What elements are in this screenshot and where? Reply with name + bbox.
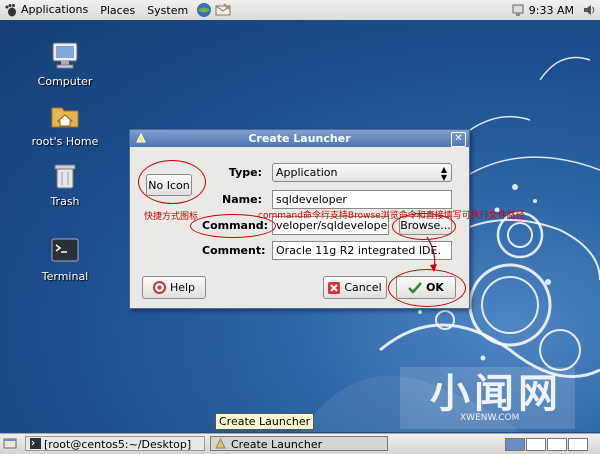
desktop-icon-label: Trash: [50, 195, 80, 208]
places-menu[interactable]: Places: [94, 4, 141, 17]
launcher-task-icon: [215, 437, 226, 449]
desktop-icon-label: root's Home: [31, 135, 99, 148]
workspace-4[interactable]: [568, 438, 588, 451]
annotation-arrow-icon: [426, 236, 437, 272]
tooltip: Create Launcher: [215, 413, 315, 430]
workspace-2[interactable]: [526, 438, 546, 451]
dialog-title: Create Launcher: [248, 132, 351, 145]
name-input[interactable]: sqldeveloper: [272, 190, 452, 209]
help-icon: [152, 281, 166, 294]
cancel-button[interactable]: Cancel: [323, 276, 387, 299]
launcher-task-label: Create Launcher: [231, 438, 323, 451]
cancel-icon: [328, 281, 341, 294]
terminal-icon: [51, 238, 79, 262]
email-launcher-icon[interactable]: [215, 2, 231, 18]
cancel-label: Cancel: [344, 281, 382, 294]
browser-launcher-icon[interactable]: [196, 2, 212, 18]
create-launcher-dialog: Create Launcher ✕ No Icon Type: Applicat…: [129, 129, 525, 309]
desktop-icon-terminal[interactable]: Terminal: [25, 235, 105, 283]
gnome-foot-icon: [5, 4, 16, 17]
workspace-1[interactable]: [505, 438, 525, 451]
show-desktop-icon[interactable]: [3, 437, 17, 451]
applications-menu[interactable]: Applications: [0, 3, 94, 17]
select-arrows-icon: ▲ ▼: [440, 165, 447, 182]
type-select[interactable]: Application ▲ ▼: [272, 163, 452, 182]
desktop-icon-computer[interactable]: Computer: [25, 40, 105, 88]
annotation-ellipse-icon: [138, 160, 206, 204]
network-icon[interactable]: [511, 3, 525, 17]
trash-icon: [54, 164, 76, 189]
home-folder-icon: [51, 107, 79, 128]
desktop-icon-label: Computer: [37, 75, 93, 88]
desktop-icon-trash[interactable]: Trash: [25, 160, 105, 208]
close-icon[interactable]: ✕: [451, 132, 466, 147]
comment-label: Comment:: [202, 244, 266, 257]
desktop-icon-home[interactable]: root's Home: [25, 100, 105, 148]
computer-icon: [52, 42, 78, 69]
taskbar-terminal[interactable]: [root@centos5:~/Desktop]: [25, 436, 205, 451]
watermark-subtext: XWENW.COM: [460, 413, 520, 423]
watermark-text: 小闻网: [430, 371, 562, 417]
taskbar-create-launcher[interactable]: Create Launcher: [210, 436, 388, 451]
desktop-icon-label: Terminal: [41, 270, 89, 283]
top-panel: Applications Places System 9:33 AM: [0, 0, 600, 21]
clock[interactable]: 9:33 AM: [525, 4, 582, 17]
applications-menu-label: Applications: [21, 3, 89, 16]
type-select-value: Application: [276, 166, 338, 179]
launcher-title-icon: [136, 132, 146, 143]
type-label: Type:: [228, 166, 262, 179]
annotation-command-note: command命令行支持Browse浏览命令和直接填写可执行文件路径: [258, 211, 525, 221]
workspace-3[interactable]: [547, 438, 567, 451]
terminal-task-icon: [30, 438, 41, 449]
help-button[interactable]: Help: [142, 276, 206, 299]
volume-icon[interactable]: [582, 3, 596, 17]
name-label: Name:: [222, 193, 262, 206]
dialog-title-bar[interactable]: Create Launcher ✕: [130, 130, 469, 147]
terminal-task-label: [root@centos5:~/Desktop]: [44, 438, 192, 451]
bottom-panel: [root@centos5:~/Desktop] Create Launcher: [0, 433, 600, 454]
annotation-icon-note: 快捷方式图标: [144, 212, 199, 222]
system-menu[interactable]: System: [141, 4, 194, 17]
help-label: Help: [169, 281, 196, 294]
watermark: 小闻网 XWENW.COM: [400, 357, 595, 432]
